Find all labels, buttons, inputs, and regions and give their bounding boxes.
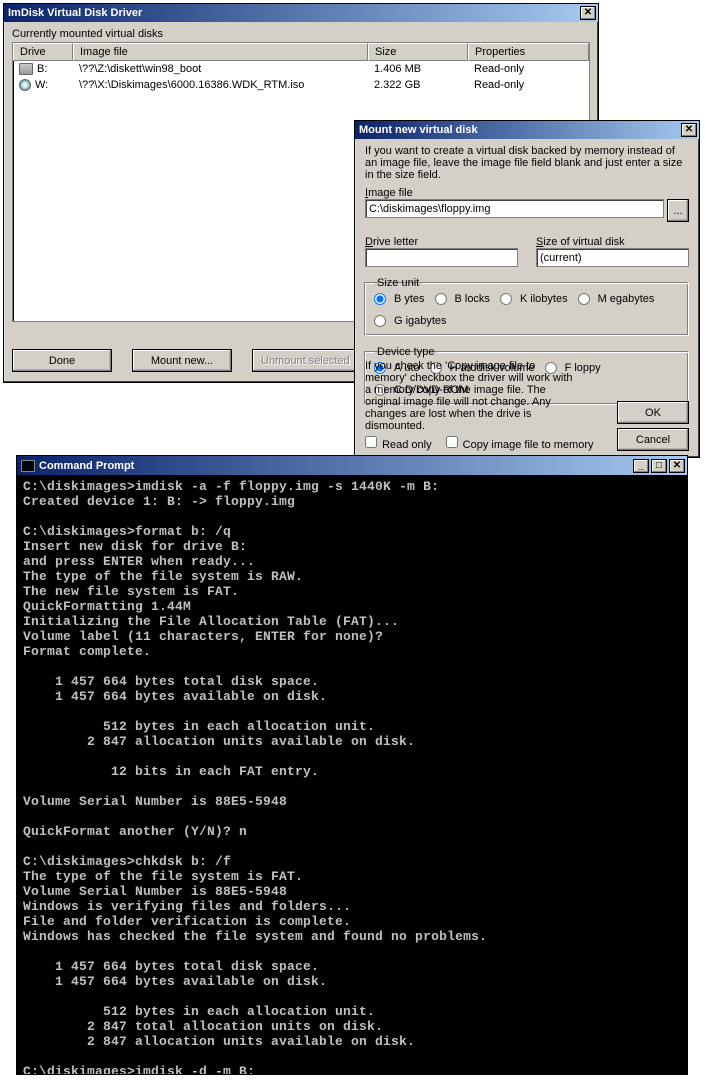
cancel-button[interactable]: Cancel xyxy=(617,428,689,451)
sizeunit-legend: Size unit xyxy=(374,277,422,289)
copymem-checkbox[interactable]: Copy image file to memory xyxy=(446,436,594,451)
mount-dialog: Mount new virtual disk ✕ If you want to … xyxy=(354,120,700,458)
cmd-icon xyxy=(21,460,35,472)
browse-button[interactable]: ... xyxy=(667,199,689,222)
close-icon[interactable]: ✕ xyxy=(681,123,697,137)
imdisk-titlebar[interactable]: ImDisk Virtual Disk Driver ✕ xyxy=(4,4,598,22)
cmd-title: Command Prompt xyxy=(39,460,631,472)
mount-titlebar[interactable]: Mount new virtual disk ✕ xyxy=(355,121,699,139)
imdisk-caption: Currently mounted virtual disks xyxy=(12,28,590,40)
cell-imagefile: \??\Z:\diskett\win98_boot xyxy=(73,63,368,75)
unmount-button: Unmount selected xyxy=(252,349,359,372)
mount-new-button[interactable]: Mount new... xyxy=(132,349,232,372)
sizeunit-megabytes[interactable]: Megabytes xyxy=(578,293,655,305)
imagefile-input[interactable] xyxy=(365,199,664,218)
sizeunit-blocks[interactable]: Blocks xyxy=(435,293,490,305)
cell-drive: W: xyxy=(35,79,48,91)
cd-icon xyxy=(19,79,31,91)
command-prompt-window: Command Prompt _ □ ✕ C:\diskimages>imdis… xyxy=(16,455,688,1075)
cell-props: Read-only xyxy=(468,79,589,91)
col-size[interactable]: Size xyxy=(368,43,468,61)
minimize-icon[interactable]: _ xyxy=(633,459,649,473)
sizeunit-kilobytes[interactable]: Kilobytes xyxy=(500,293,568,305)
cell-props: Read-only xyxy=(468,63,589,75)
cell-size: 1.406 MB xyxy=(368,63,468,75)
imdisk-title: ImDisk Virtual Disk Driver xyxy=(8,7,578,19)
devicetype-legend: Device type xyxy=(374,346,437,358)
listview-header: Drive Image file Size Properties xyxy=(13,43,589,61)
sizeunit-gigabytes[interactable]: Gigabytes xyxy=(374,315,447,327)
cell-drive: B: xyxy=(37,63,47,75)
readonly-checkbox[interactable]: Read only xyxy=(365,436,432,451)
disk-icon xyxy=(19,63,33,75)
cmd-output[interactable]: C:\diskimages>imdisk -a -f floppy.img -s… xyxy=(17,475,687,1074)
close-icon[interactable]: ✕ xyxy=(580,6,596,20)
col-properties[interactable]: Properties xyxy=(468,43,589,61)
mount-intro-text: If you want to create a virtual disk bac… xyxy=(365,145,689,181)
done-button[interactable]: Done xyxy=(12,349,112,372)
size-input[interactable] xyxy=(536,248,689,267)
size-label: Size of virtual disk xyxy=(536,236,689,248)
driveletter-label: Drive letter xyxy=(365,236,518,248)
cmd-titlebar[interactable]: Command Prompt _ □ ✕ xyxy=(17,456,687,475)
mount-title: Mount new virtual disk xyxy=(359,124,679,136)
col-drive[interactable]: Drive xyxy=(13,43,73,61)
sizeunit-bytes[interactable]: Bytes xyxy=(374,293,425,305)
cell-size: 2.322 GB xyxy=(368,79,468,91)
driveletter-input[interactable] xyxy=(365,248,518,267)
copy-info-text: If you check the 'Copy image file to mem… xyxy=(365,360,580,432)
table-row[interactable]: B: \??\Z:\diskett\win98_boot 1.406 MB Re… xyxy=(13,61,589,77)
close-icon[interactable]: ✕ xyxy=(669,459,685,473)
maximize-icon[interactable]: □ xyxy=(651,459,667,473)
sizeunit-group: Size unit Bytes Blocks Kilobytes Megabytes G… xyxy=(365,277,689,336)
table-row[interactable]: W: \??\X:\Diskimages\6000.16386.WDK_RTM.… xyxy=(13,77,589,93)
ok-button[interactable]: OK xyxy=(617,401,689,424)
imagefile-label: Image file xyxy=(365,187,689,199)
col-imagefile[interactable]: Image file xyxy=(73,43,368,61)
cell-imagefile: \??\X:\Diskimages\6000.16386.WDK_RTM.iso xyxy=(73,79,368,91)
